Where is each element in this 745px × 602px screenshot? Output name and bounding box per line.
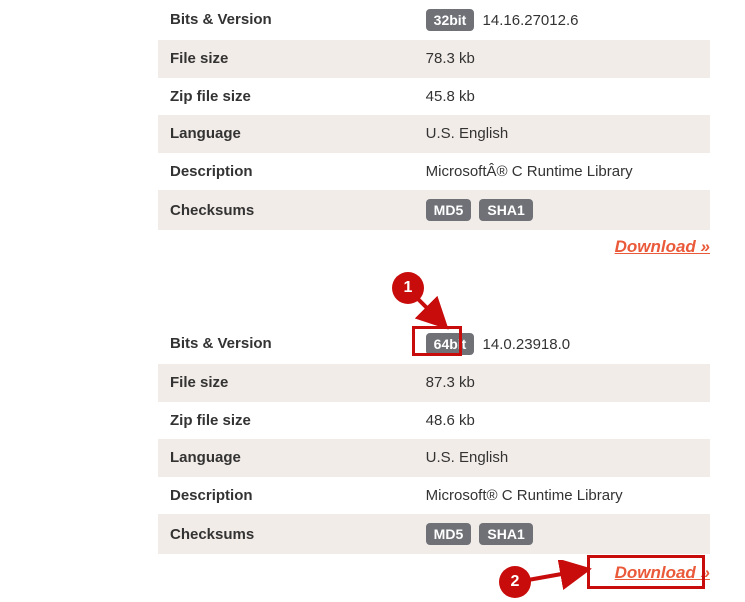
table-row: Zip file size 45.8 kb bbox=[158, 78, 710, 116]
version-text: 14.0.23918.0 bbox=[483, 336, 571, 353]
bits-badge: 32bit bbox=[426, 9, 475, 31]
download-row-1: Download » bbox=[158, 219, 734, 257]
table-row: Description Microsoft® C Runtime Library bbox=[158, 477, 710, 515]
file-info-table-2: Bits & Version 64bit 14.0.23918.0 File s… bbox=[158, 324, 710, 554]
row-label: File size bbox=[158, 40, 414, 78]
row-label: Bits & Version bbox=[158, 0, 414, 40]
table-row: Bits & Version 32bit 14.16.27012.6 bbox=[158, 0, 710, 40]
annotation-arrow-1 bbox=[409, 290, 459, 340]
row-label: Description bbox=[158, 153, 414, 191]
row-value: 78.3 kb bbox=[414, 40, 710, 78]
table-row: File size 78.3 kb bbox=[158, 40, 710, 78]
annotation-arrow-2 bbox=[522, 560, 602, 590]
download-link-1[interactable]: Download » bbox=[615, 237, 710, 256]
download-row-2: Download » bbox=[158, 545, 734, 583]
row-label: Language bbox=[158, 439, 414, 477]
table-row: Description MicrosoftÂ® C Runtime Librar… bbox=[158, 153, 710, 191]
row-value: 48.6 kb bbox=[414, 402, 710, 440]
file-info-table-1: Bits & Version 32bit 14.16.27012.6 File … bbox=[158, 0, 710, 230]
table-row: Language U.S. English bbox=[158, 115, 710, 153]
row-label: Language bbox=[158, 115, 414, 153]
row-label: File size bbox=[158, 364, 414, 402]
row-label: Zip file size bbox=[158, 78, 414, 116]
row-value: MicrosoftÂ® C Runtime Library bbox=[414, 153, 710, 191]
table-row: File size 87.3 kb bbox=[158, 364, 710, 402]
version-text: 14.16.27012.6 bbox=[483, 12, 579, 29]
row-value: U.S. English bbox=[414, 439, 710, 477]
row-value: 87.3 kb bbox=[414, 364, 710, 402]
row-value: Microsoft® C Runtime Library bbox=[414, 477, 710, 515]
row-value: 45.8 kb bbox=[414, 78, 710, 116]
row-value: 32bit 14.16.27012.6 bbox=[414, 0, 710, 40]
table-row: Zip file size 48.6 kb bbox=[158, 402, 710, 440]
download-link-2[interactable]: Download » bbox=[615, 563, 710, 582]
row-label: Bits & Version bbox=[158, 324, 414, 364]
table-row: Language U.S. English bbox=[158, 439, 710, 477]
row-value: U.S. English bbox=[414, 115, 710, 153]
row-label: Zip file size bbox=[158, 402, 414, 440]
sha1-badge[interactable]: SHA1 bbox=[479, 523, 532, 545]
row-label: Description bbox=[158, 477, 414, 515]
md5-badge[interactable]: MD5 bbox=[426, 523, 472, 545]
